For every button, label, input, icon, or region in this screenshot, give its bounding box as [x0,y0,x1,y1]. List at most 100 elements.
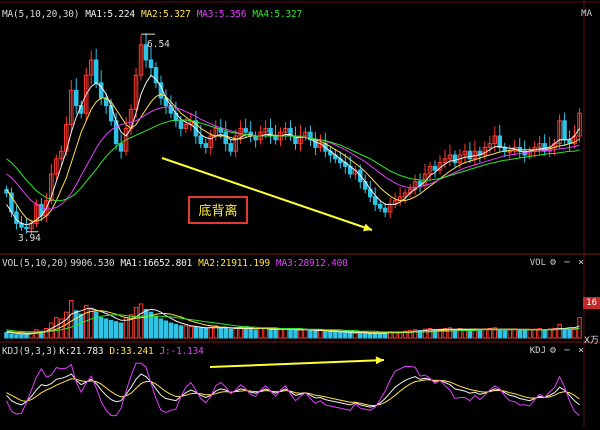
volume-bar [243,327,248,339]
volume-bar [19,334,24,339]
volume-bar [208,326,214,339]
candle-body [432,165,438,171]
kdj-line-d [6,378,580,406]
volume-bar [69,300,74,339]
volume-bar [248,328,253,339]
ma1-value: MA1:5.224 [85,9,135,20]
low-price-label: 3.94 [18,233,41,244]
volume-bar [223,327,228,339]
candle-body [507,150,512,153]
volume-bar [328,331,333,339]
vol-ma2: MA2:21911.199 [198,258,270,269]
candle-body [9,192,14,213]
kdj-k: K:21.783 [59,346,104,357]
volume-bar [98,317,104,339]
gear-icon[interactable]: ⚙ [550,257,556,268]
volume-bar [283,327,288,339]
vol-header: VOL(5,10,20) 9906.530 MA1:16652.801 MA2:219… [2,258,354,269]
minus-icon[interactable]: − [564,257,570,268]
candle-body [178,120,184,129]
volume-bar [338,332,343,339]
kdj-divergence-arrow-head [375,356,384,365]
candle-body [198,135,204,145]
volume-bar [158,318,164,339]
volume-bar [517,329,522,339]
volume-bar [143,308,149,339]
volume-bar [44,327,49,339]
volume-bar [9,333,14,339]
volume-bar [502,330,508,339]
ma-line-ma3 [6,106,580,210]
candle-body [74,89,79,107]
volume-bar [318,330,323,339]
vol-value: 9906.530 [70,258,115,269]
volume-bar [497,329,503,339]
vol-ma1: MA1:16652.801 [120,258,193,269]
candle-body [273,135,278,141]
candle-body [452,154,458,164]
volume-bar [93,311,99,339]
volume-bar [377,332,383,339]
volume-bar [392,332,398,339]
volume-bar [168,322,174,339]
vol-unit-label: X万 [583,336,599,346]
candle-body [382,207,388,213]
kdj-header: KDJ(9,3,3) K:21.783 D:33.241 J:-1.134 [2,346,210,357]
volume-bar [367,332,373,339]
volume-bar [348,332,353,339]
volume-bar [138,303,144,339]
vol-axis-tag: 16 [583,297,600,309]
candle-body [377,203,383,209]
volume-bar [278,328,283,339]
volume-bar [557,323,562,339]
volume-bar [233,327,238,339]
volume-bar [532,328,537,339]
volume-bar [108,319,114,339]
candle-body [243,127,248,133]
close-icon[interactable]: × [578,345,584,356]
minus-icon[interactable]: − [564,345,570,356]
volume-bar [153,315,159,339]
main-header: MA(5,10,20,30) MA1:5.224 MA2:5.327 MA3:5.35… [2,9,308,20]
volume-bar [333,331,338,339]
stock-chart: MA(5,10,20,30) MA1:5.224 MA2:5.327 MA3:5.35… [0,0,600,426]
close-icon[interactable]: × [578,257,584,268]
volume-bar [562,327,567,339]
candle-body [148,59,154,69]
kdj-divergence-arrow [209,359,385,368]
ma-prefix: MA(5,10,20,30) [2,9,80,20]
volume-bar [343,332,348,339]
volume-bar [293,330,298,339]
vol-ma3: MA3:28912.400 [275,258,348,269]
volume-bar [298,329,303,339]
volume-bar [198,327,204,339]
volume-bar [183,325,189,339]
gear-icon[interactable]: ⚙ [550,345,556,356]
kdj-d: D:33.241 [109,346,154,357]
volume-bar [507,329,512,339]
volume-bar [358,332,363,339]
volume-bar [188,325,194,339]
vol-label: VOL [529,258,546,268]
volume-bar [323,330,328,339]
ma-label: MA [581,9,592,19]
volume-bar [308,330,313,339]
candle-body [562,120,567,141]
kdj-label: KDJ [529,346,546,356]
volume-bar [542,329,547,339]
volume-bar [163,320,169,339]
volume-bar [477,329,483,339]
candle-body [372,196,378,205]
volume-bar [103,318,109,339]
volume-bar [353,332,358,339]
volume-bar [118,322,124,339]
volume-bar [268,328,273,339]
volume-bar [24,333,29,339]
volume-bar [467,329,473,339]
candle-body [497,135,503,148]
candle-body [467,150,473,160]
candle-body [24,226,29,230]
volume-bar [54,317,59,339]
volume-bar [288,329,293,339]
kdj-prefix: KDJ(9,3,3) [2,346,58,357]
